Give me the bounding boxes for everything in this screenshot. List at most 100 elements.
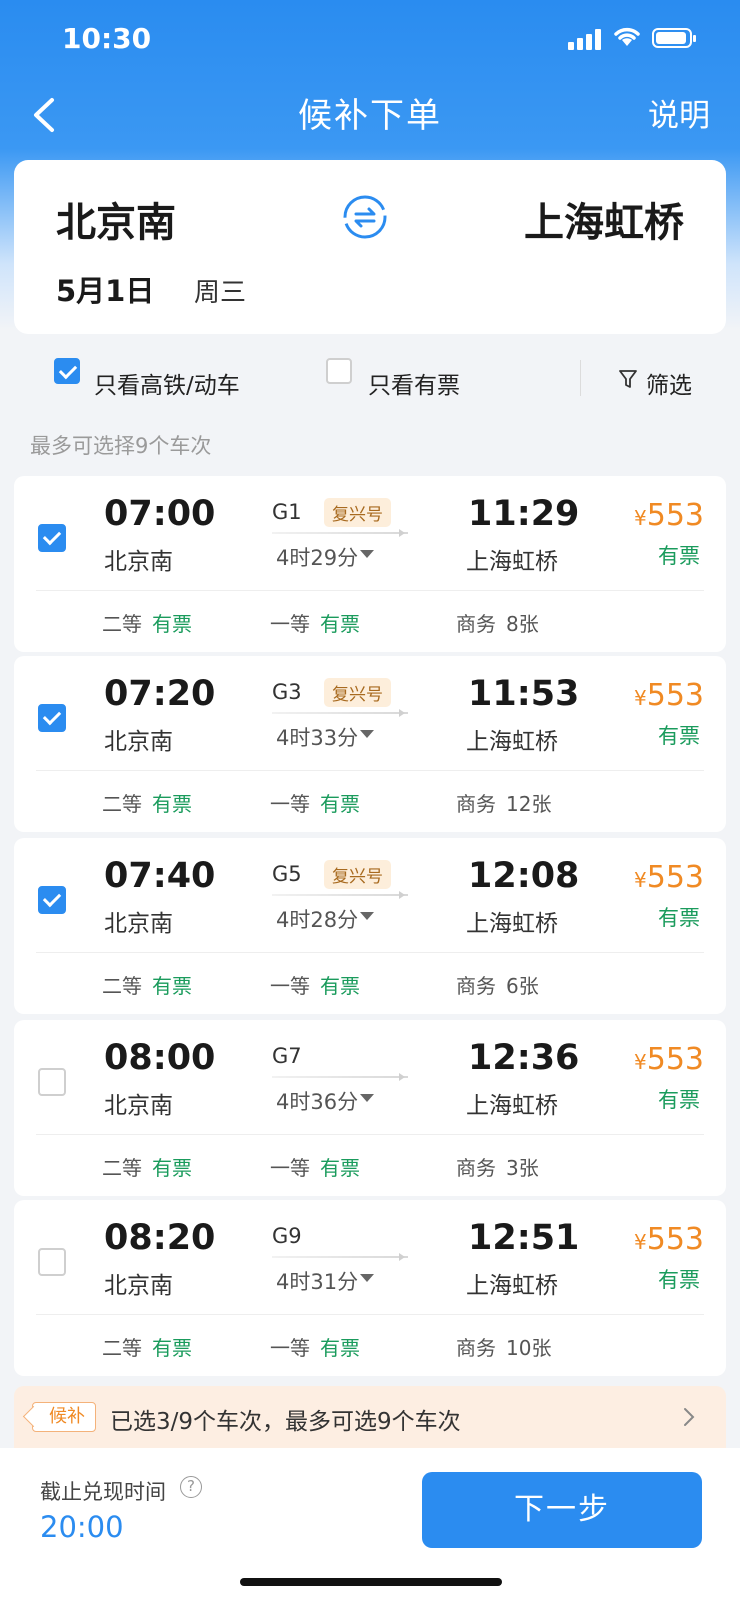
nav-bar: 候补下单 说明 (0, 80, 740, 150)
chevron-right-icon (684, 1408, 695, 1426)
seat-class-info: 二等 有票 (102, 1152, 192, 1181)
price-value: 553 (646, 678, 704, 713)
seat-class: 商务 (456, 612, 496, 636)
expand-stops-icon[interactable] (360, 550, 374, 558)
available-only-checkbox[interactable] (326, 358, 352, 384)
seat-class: 一等 (270, 612, 310, 636)
selection-hint: 最多可选择9个车次 (30, 434, 212, 458)
seat-class: 二等 (102, 1336, 142, 1360)
funnel-icon[interactable] (618, 368, 638, 390)
filter-button[interactable]: 筛选 (646, 366, 692, 400)
departure-station: 北京南 (104, 549, 173, 575)
seat-class: 商务 (456, 1336, 496, 1360)
departure-time: 08:00 (104, 1038, 216, 1078)
swap-stations-icon[interactable] (342, 194, 388, 240)
train-select-checkbox[interactable] (38, 524, 66, 552)
departure-station: 北京南 (104, 1093, 173, 1119)
page-title: 候补下单 (298, 96, 442, 136)
travel-date[interactable]: 5月1日 (56, 268, 154, 310)
seat-status: 3张 (506, 1156, 539, 1180)
trip-duration: 4时28分 (276, 908, 359, 932)
seat-status: 有票 (152, 974, 192, 998)
currency-symbol: ¥ (634, 868, 647, 892)
expand-stops-icon[interactable] (360, 912, 374, 920)
seat-class-info: 一等 有票 (270, 970, 360, 999)
seat-class: 商务 (456, 974, 496, 998)
trip-duration: 4时29分 (276, 546, 359, 570)
train-select-checkbox[interactable] (38, 704, 66, 732)
route-line (272, 1073, 408, 1081)
seat-class: 商务 (456, 1156, 496, 1180)
seat-class: 一等 (270, 1336, 310, 1360)
trip-duration: 4时36分 (276, 1090, 359, 1114)
expand-stops-icon[interactable] (360, 730, 374, 738)
departure-time: 07:20 (104, 674, 216, 714)
expand-stops-icon[interactable] (360, 1094, 374, 1102)
waitlist-summary-bar[interactable]: 候补 已选3/9个车次，最多可选9个车次 (14, 1386, 726, 1448)
home-indicator (240, 1578, 502, 1586)
train-select-checkbox[interactable] (38, 1248, 66, 1276)
currency-symbol: ¥ (634, 506, 647, 530)
arrival-time: 12:08 (468, 856, 580, 896)
availability-status: 有票 (658, 1268, 700, 1292)
deadline-time: 20:00 (40, 1510, 124, 1544)
train-card[interactable]: 07:00 北京南 G1 复兴号 4时29分 11:29 上海虹桥 ¥553 有票 二等 有票 一等有… (14, 476, 726, 652)
filter-row: 只看高铁/动车 只看有票 筛选 (0, 350, 740, 406)
price: ¥553 (634, 1222, 704, 1257)
next-step-button[interactable]: 下一步 (422, 1472, 702, 1548)
price: ¥553 (634, 498, 704, 533)
seat-status: 12张 (506, 792, 552, 816)
seat-status: 有票 (320, 1156, 360, 1180)
seat-class: 一等 (270, 974, 310, 998)
waitlist-summary-text: 已选3/9个车次，最多可选9个车次 (110, 1409, 461, 1435)
help-link[interactable]: 说明 (648, 90, 710, 135)
from-station[interactable]: 北京南 (56, 190, 176, 248)
seat-class: 二等 (102, 1156, 142, 1180)
seat-class-info: 一等 有票 (270, 608, 360, 637)
currency-symbol: ¥ (634, 1050, 647, 1074)
to-station[interactable]: 上海虹桥 (524, 190, 684, 248)
seat-class: 二等 (102, 974, 142, 998)
high-speed-only-label[interactable]: 只看高铁/动车 (94, 366, 240, 400)
seat-class-info: 二等 有票 (102, 788, 192, 817)
price: ¥553 (634, 678, 704, 713)
seat-status: 10张 (506, 1336, 552, 1360)
price-value: 553 (646, 860, 704, 895)
departure-time: 08:20 (104, 1218, 216, 1258)
train-select-checkbox[interactable] (38, 886, 66, 914)
wifi-icon (614, 27, 640, 46)
available-only-label[interactable]: 只看有票 (368, 366, 460, 400)
train-card[interactable]: 07:40 北京南 G5 复兴号 4时28分 12:08 上海虹桥 ¥553 有票 二等 有票 一等有… (14, 838, 726, 1014)
arrival-station: 上海虹桥 (466, 1093, 558, 1119)
info-icon[interactable]: ? (180, 1476, 202, 1498)
seat-class: 商务 (456, 792, 496, 816)
seat-class-info: 二等 有票 (102, 608, 192, 637)
seat-status: 6张 (506, 974, 539, 998)
departure-station: 北京南 (104, 911, 173, 937)
currency-symbol: ¥ (634, 1230, 647, 1254)
high-speed-only-checkbox[interactable] (54, 358, 80, 384)
seat-status: 有票 (152, 612, 192, 636)
arrival-time: 11:53 (468, 674, 580, 714)
train-number: G1 (272, 500, 302, 524)
train-card[interactable]: 08:00 北京南 G7 4时36分 12:36 上海虹桥 ¥553 有票 二等 有票 一等 有票 商务… (14, 1020, 726, 1196)
train-number: G5 (272, 862, 302, 886)
divider (36, 1314, 704, 1315)
train-select-checkbox[interactable] (38, 1068, 66, 1096)
seat-class: 二等 (102, 612, 142, 636)
trip-duration: 4时31分 (276, 1270, 359, 1294)
expand-stops-icon[interactable] (360, 1274, 374, 1282)
arrival-station: 上海虹桥 (466, 911, 558, 937)
arrival-time: 12:51 (468, 1218, 580, 1258)
battery-icon (652, 28, 696, 48)
seat-class-info: 一等 有票 (270, 788, 360, 817)
seat-class-info: 一等 有票 (270, 1332, 360, 1361)
train-card[interactable]: 07:20 北京南 G3 复兴号 4时33分 11:53 上海虹桥 ¥553 有票 二等 有票 一等有… (14, 656, 726, 832)
departure-time: 07:00 (104, 494, 216, 534)
waitlist-tag: 候补 (32, 1402, 96, 1432)
seat-class-info: 二等 有票 (102, 970, 192, 999)
divider (580, 360, 581, 396)
train-card[interactable]: 08:20 北京南 G9 4时31分 12:51 上海虹桥 ¥553 有票 二等 有票 一等 有票 商务… (14, 1200, 726, 1376)
seat-status: 有票 (320, 612, 360, 636)
seat-status: 8张 (506, 612, 539, 636)
